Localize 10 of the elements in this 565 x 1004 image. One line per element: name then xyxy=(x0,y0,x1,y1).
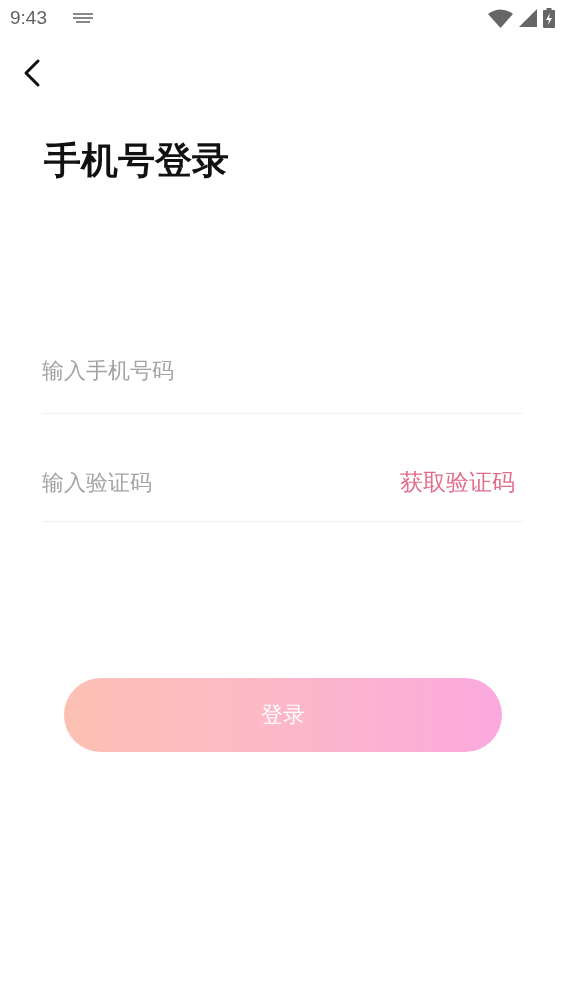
code-field[interactable]: 输入验证码 xyxy=(42,470,400,495)
page-title: 手机号登录 xyxy=(44,138,229,184)
signal-icon xyxy=(519,9,537,27)
wifi-icon xyxy=(488,8,513,28)
back-icon[interactable] xyxy=(22,58,42,88)
phone-field[interactable]: 输入手机号码 xyxy=(42,358,523,383)
status-time: 9:43 xyxy=(10,7,47,29)
battery-icon xyxy=(543,8,555,28)
keyboard-icon xyxy=(73,13,93,23)
get-code-link[interactable]: 获取验证码 xyxy=(400,467,523,498)
